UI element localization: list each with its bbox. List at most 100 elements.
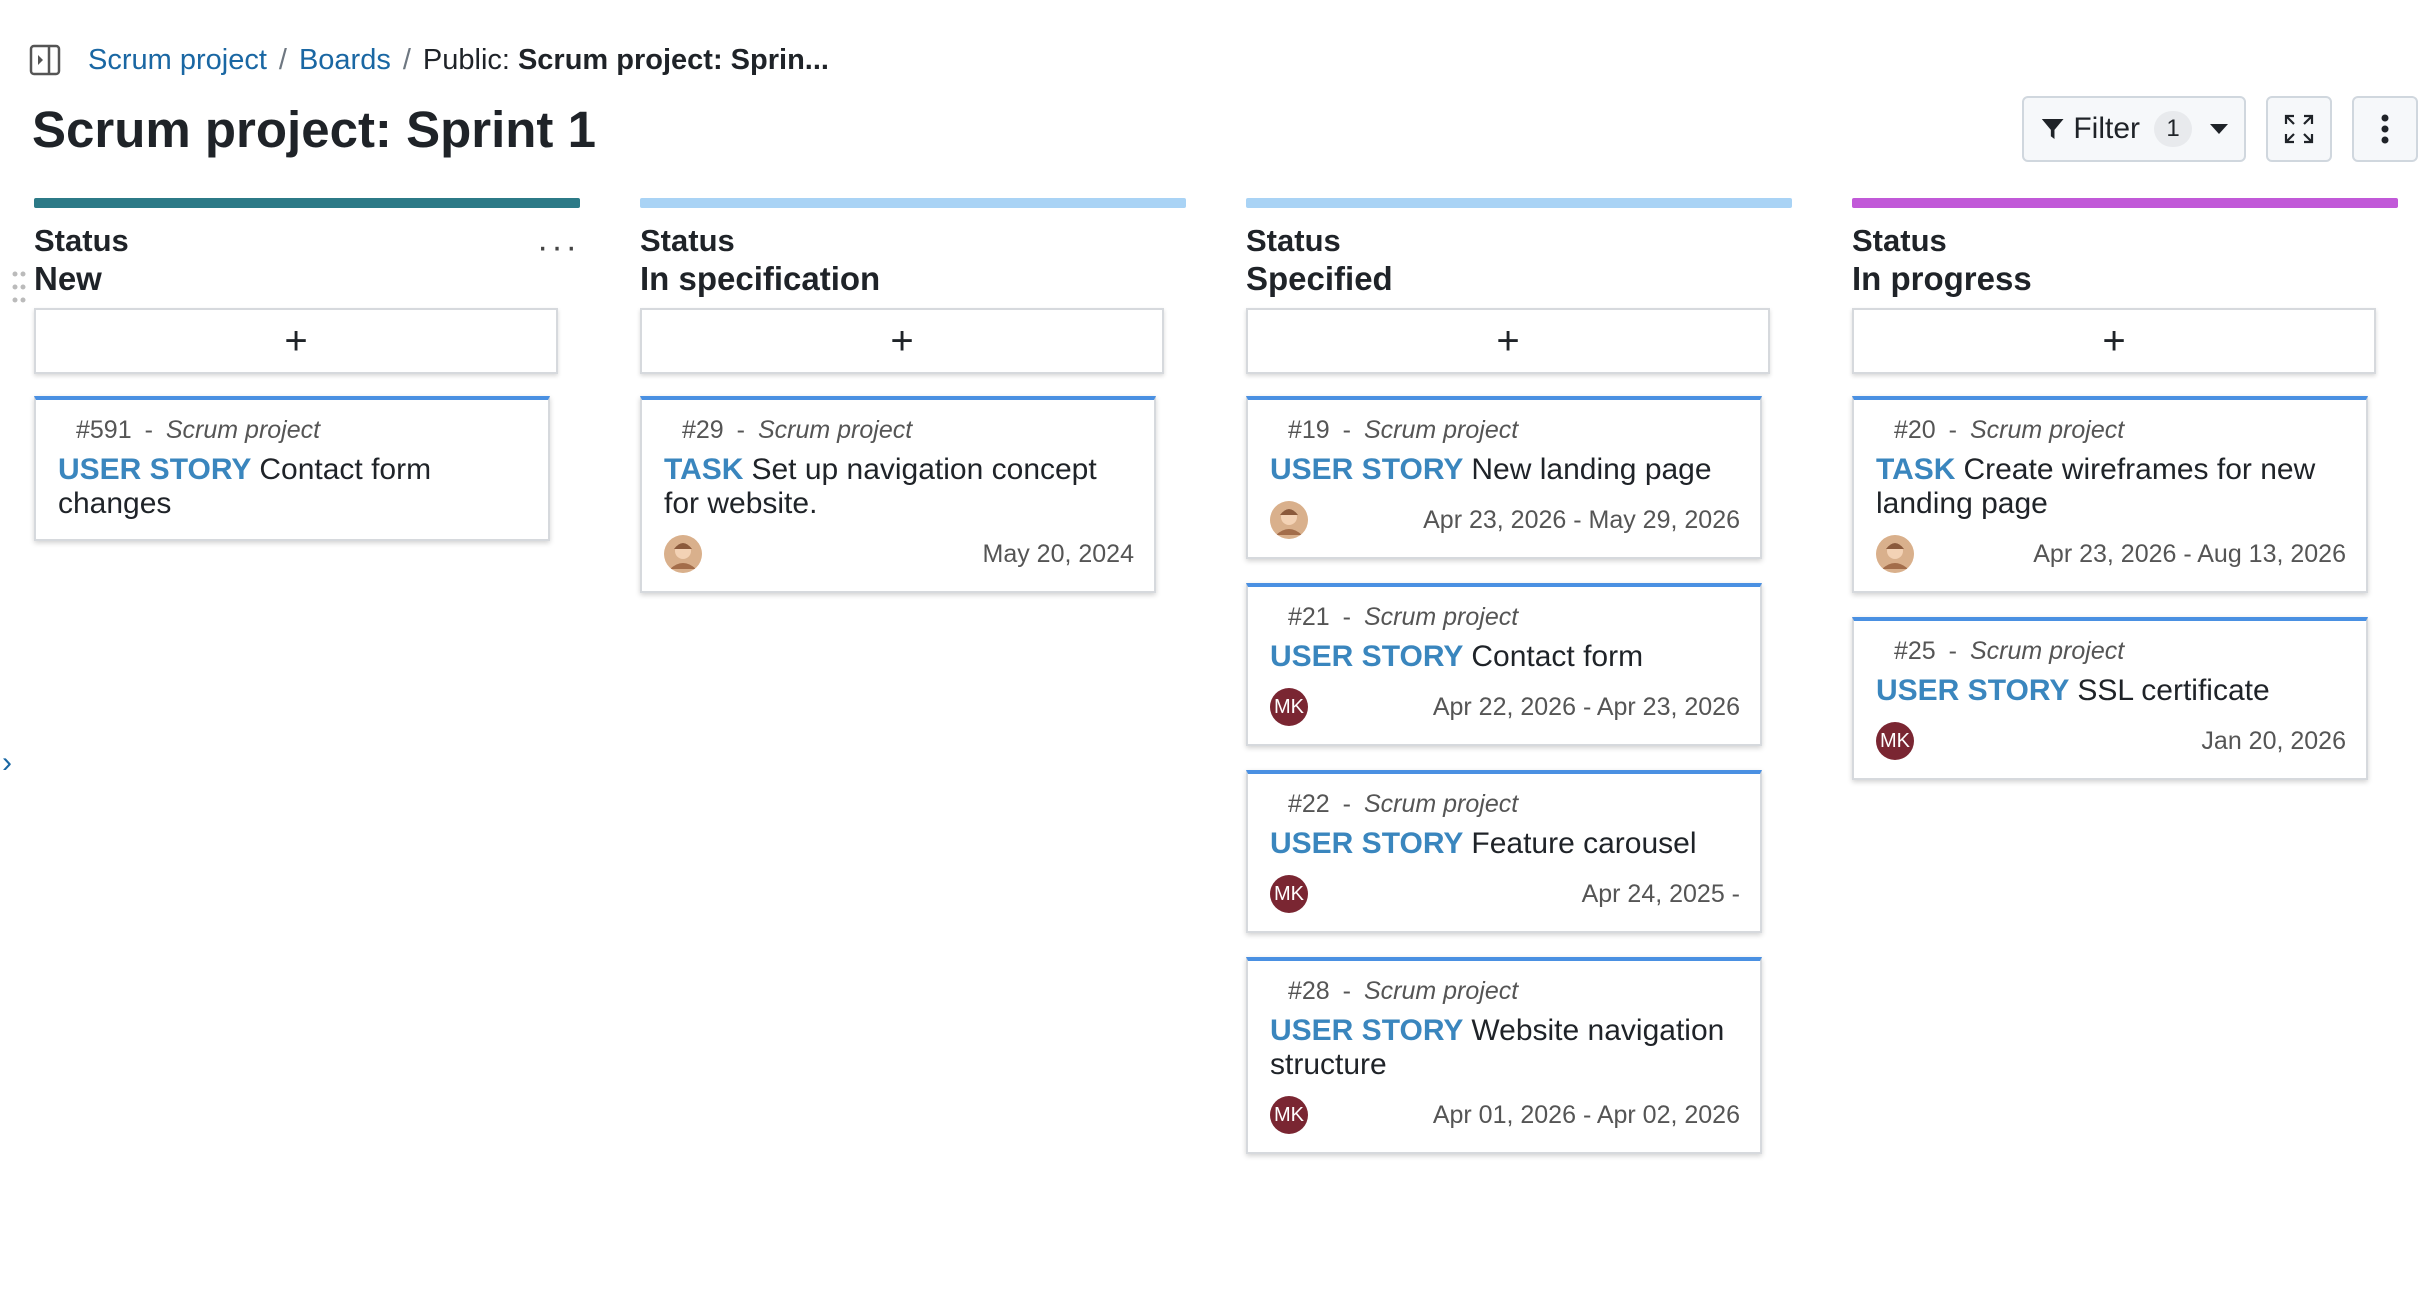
card-meta-separator: - [144,416,153,444]
card-type: USER STORY [58,453,252,486]
card-title-block: USER STORY Feature carousel [1270,827,1740,861]
card-date: Apr 24, 2025 - [1581,879,1740,908]
card-id: #19 [1288,416,1330,444]
card-type: USER STORY [1270,640,1464,673]
add-card-button[interactable]: + [640,308,1164,374]
page-title: Scrum project: Sprint 1 [32,101,596,158]
card-meta: #20 - Scrum project [1876,416,2346,445]
card-footer: MK Apr 24, 2025 - [1270,875,1740,913]
card-title-block: USER STORY New landing page [1270,453,1740,487]
card-footer: Apr 23, 2026 - May 29, 2026 [1270,501,1740,539]
add-card-button[interactable]: + [1246,308,1770,374]
card-project: Scrum project [165,416,321,444]
card-meta: #29 - Scrum project [664,416,1134,445]
card-meta-separator: - [1948,637,1957,665]
avatar-initials[interactable]: MK [1270,1096,1308,1134]
card-footer: MK Apr 01, 2026 - Apr 02, 2026 [1270,1096,1740,1134]
expand-sidebar-chevron-icon[interactable]: › [2,746,12,780]
avatar-photo-icon[interactable] [1876,535,1914,573]
sidebar-toggle-icon[interactable] [28,43,62,77]
column-new: Status New ··· + #591 - Scrum project US… [12,198,580,541]
more-options-button[interactable] [2352,96,2418,162]
card-meta: #19 - Scrum project [1270,416,1740,445]
avatar-initials[interactable]: MK [1270,688,1308,726]
card-meta-separator: - [1342,416,1351,444]
column-title: Specified [1246,260,1393,297]
avatar-photo-icon[interactable] [1270,501,1308,539]
card-project: Scrum project [1363,603,1519,631]
card-list: #591 - Scrum project USER STORY Contact f… [34,396,580,541]
drag-handle-icon[interactable] [12,270,26,304]
card-list: #19 - Scrum project USER STORY New landin… [1246,396,1792,1154]
card-date: Apr 01, 2026 - Apr 02, 2026 [1432,1100,1740,1129]
card-title-block: TASK Set up navigation concept for websit… [664,453,1134,521]
column-title: In specification [640,260,881,297]
card-meta: #25 - Scrum project [1876,637,2346,666]
column-header: Status New ··· [12,222,580,303]
work-package-card[interactable]: #19 - Scrum project USER STORY New landin… [1246,396,1762,559]
card-list: #20 - Scrum project TASK Create wireframe… [1852,396,2398,780]
column-status-bar [1852,198,2398,208]
work-package-card[interactable]: #25 - Scrum project USER STORY SSL certif… [1852,617,2368,780]
card-id: #21 [1288,603,1330,631]
column-status-label: Status [1852,223,1947,258]
avatar-photo-icon[interactable] [664,535,702,573]
card-project: Scrum project [1363,790,1519,818]
card-id: #591 [76,416,132,444]
column-menu-icon[interactable]: ··· [537,228,580,267]
column-status-bar [34,198,580,208]
column-specified: Status Specified + #19 - Scrum project U… [1246,198,1792,1154]
column-status-label: Status [34,223,129,258]
card-meta-separator: - [1342,603,1351,631]
card-subject: New landing page [1471,453,1712,486]
work-package-card[interactable]: #21 - Scrum project USER STORY Contact fo… [1246,583,1762,746]
card-id: #25 [1894,637,1936,665]
card-date: Apr 23, 2026 - May 29, 2026 [1423,505,1740,534]
column-in-specification: Status In specification + #29 - Scrum pr… [640,198,1186,593]
card-meta: #28 - Scrum project [1270,977,1740,1006]
card-project: Scrum project [1969,416,2125,444]
board-toolbar: Filter 1 [2022,96,2418,162]
card-meta-separator: - [1342,790,1351,818]
breadcrumb-project-link[interactable]: Scrum project [88,44,267,77]
card-meta-separator: - [1948,416,1957,444]
work-package-card[interactable]: #29 - Scrum project TASK Set up navigatio… [640,396,1156,593]
card-type: USER STORY [1270,453,1464,486]
column-status-bar [1246,198,1792,208]
work-package-card[interactable]: #22 - Scrum project USER STORY Feature ca… [1246,770,1762,933]
card-footer: MK Apr 22, 2026 - Apr 23, 2026 [1270,688,1740,726]
breadcrumb-public-prefix: Public: [422,43,510,76]
fullscreen-button[interactable] [2266,96,2332,162]
card-footer: Apr 23, 2026 - Aug 13, 2026 [1876,535,2346,573]
work-package-card[interactable]: #591 - Scrum project USER STORY Contact f… [34,396,550,541]
card-project: Scrum project [1969,637,2125,665]
filter-button[interactable]: Filter 1 [2022,96,2246,162]
add-card-button[interactable]: + [1852,308,2376,374]
card-meta: #591 - Scrum project [58,416,528,445]
card-type: USER STORY [1270,827,1464,860]
card-title-block: USER STORY SSL certificate [1876,674,2346,708]
column-header: Status Specified [1246,222,1792,298]
card-date: Jan 20, 2026 [2201,726,2346,755]
breadcrumb-boards-link[interactable]: Boards [299,44,391,77]
card-title-block: USER STORY Website navigation structure [1270,1014,1740,1082]
card-date: Apr 23, 2026 - Aug 13, 2026 [2033,539,2346,568]
work-package-card[interactable]: #28 - Scrum project USER STORY Website na… [1246,957,1762,1154]
card-project: Scrum project [757,416,913,444]
add-card-button[interactable]: + [34,308,558,374]
column-status-label: Status [1246,223,1341,258]
card-type: USER STORY [1270,1014,1464,1047]
breadcrumb-separator: / [278,43,287,76]
card-meta: #21 - Scrum project [1270,603,1740,632]
breadcrumb: Scrum project / Boards / Public: Scrum p… [88,44,829,77]
card-date: Apr 22, 2026 - Apr 23, 2026 [1432,692,1740,721]
work-package-card[interactable]: #20 - Scrum project TASK Create wireframe… [1852,396,2368,593]
avatar-initials[interactable]: MK [1270,875,1308,913]
expand-icon [2284,114,2314,144]
avatar-initials[interactable]: MK [1876,722,1914,760]
card-project: Scrum project [1363,977,1519,1005]
filter-count-badge: 1 [2154,111,2192,147]
card-footer: MK Jan 20, 2026 [1876,722,2346,760]
card-title-block: TASK Create wireframes for new landing pa… [1876,453,2346,521]
card-id: #20 [1894,416,1936,444]
